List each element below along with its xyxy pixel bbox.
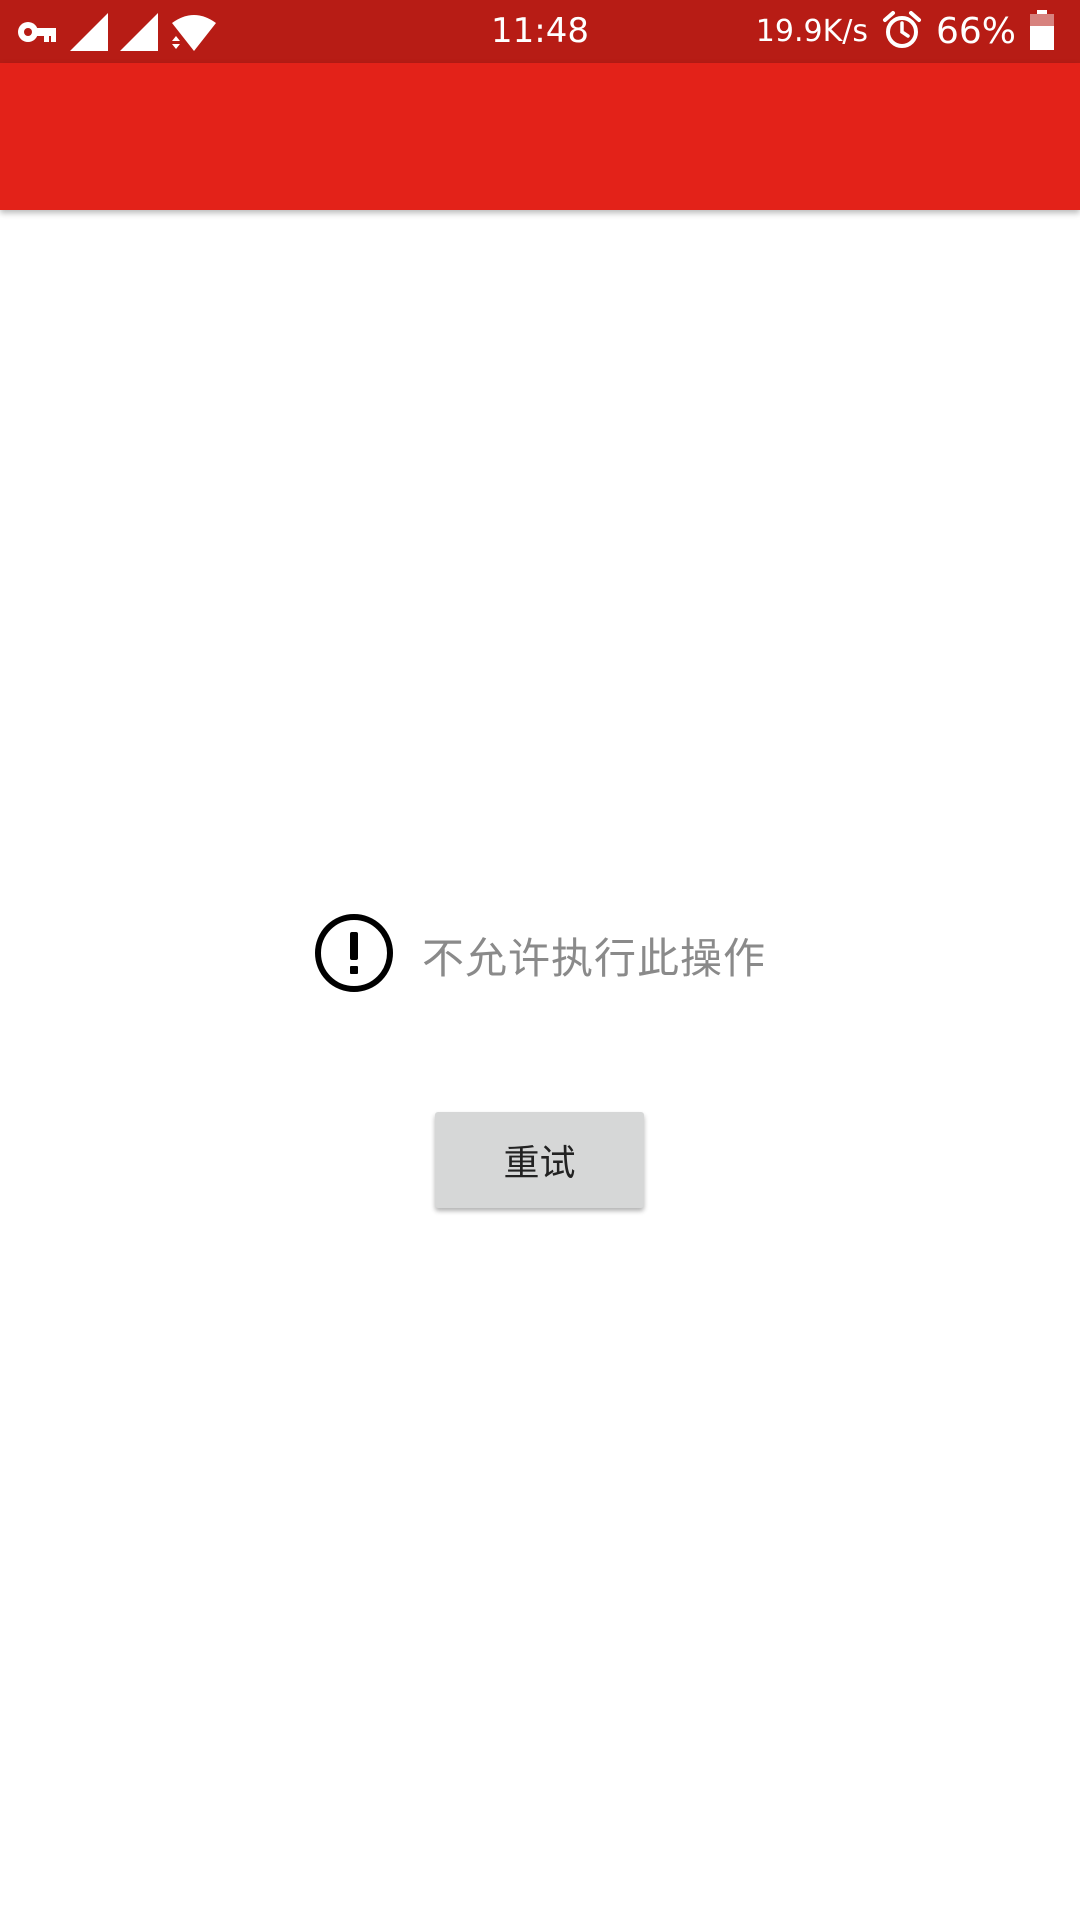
app-bar xyxy=(0,63,1080,210)
exclamation-circle-icon xyxy=(314,913,394,997)
retry-button[interactable]: 重试 xyxy=(435,1112,644,1208)
battery-icon xyxy=(1030,9,1054,54)
alarm-icon xyxy=(882,10,922,54)
status-icons-right: 19.9K/s 66% xyxy=(756,0,1054,63)
network-speed: 19.9K/s xyxy=(755,14,868,49)
error-message: 不允许执行此操作 xyxy=(421,933,766,983)
battery-percent: 66% xyxy=(935,11,1016,52)
status-bar: 11:48 19.9K/s 66% xyxy=(0,0,1080,63)
error-message-row: 不允许执行此操作 xyxy=(0,913,1080,997)
